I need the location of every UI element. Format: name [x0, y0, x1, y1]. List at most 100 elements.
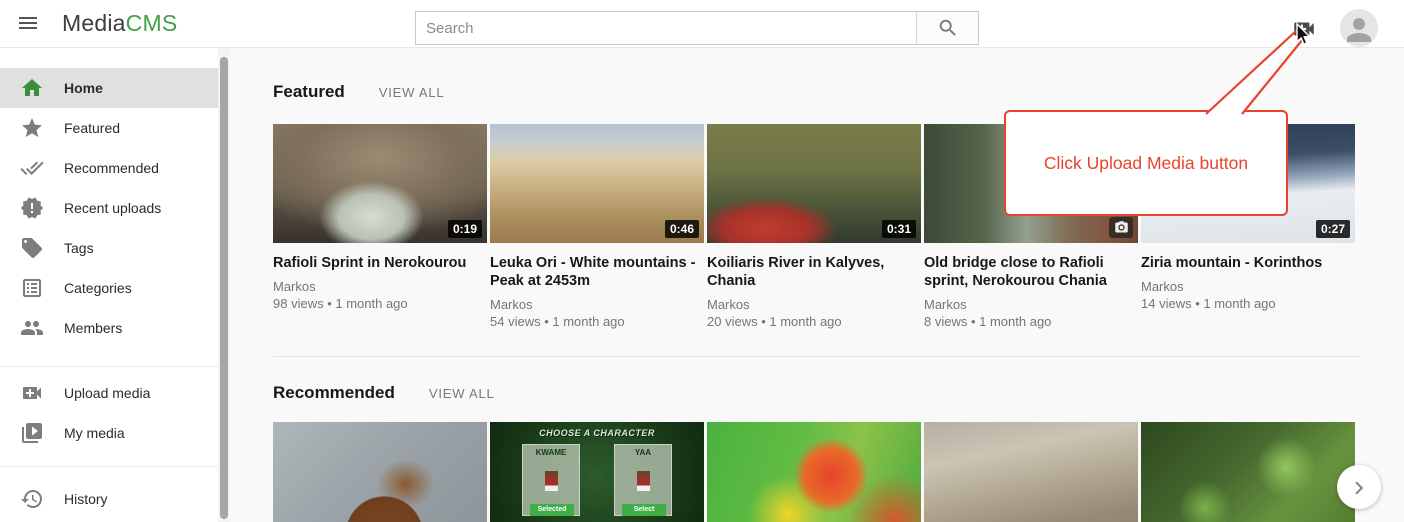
sidebar-item-my-media[interactable]: My media: [0, 413, 218, 453]
media-author[interactable]: Markos: [273, 278, 487, 295]
media-meta: 8 views • 1 month ago: [924, 313, 1138, 330]
top-bar: MediaCMS: [0, 0, 1404, 48]
done-all-icon: [20, 156, 44, 180]
sidebar-other-group: History: [0, 466, 218, 519]
character-sprite: [545, 471, 558, 491]
media-meta: 14 views • 1 month ago: [1141, 295, 1355, 312]
new-releases-icon: [20, 196, 44, 220]
duration-badge: 0:19: [448, 220, 482, 238]
media-card[interactable]: 0:19 Rafioli Sprint in Nerokourou Markos…: [273, 124, 487, 330]
video-thumbnail[interactable]: 0:19: [273, 124, 487, 243]
sidebar-item-label: Upload media: [64, 385, 150, 401]
members-icon: [20, 316, 44, 340]
media-title[interactable]: Ziria mountain - Korinthos: [1141, 254, 1355, 272]
sidebar-item-label: History: [64, 491, 108, 507]
media-author[interactable]: Markos: [924, 296, 1138, 313]
recommended-cards-row: CHOOSE A CHARACTER KWAME Selected YAA Se…: [273, 422, 1404, 522]
thumb-text: CHOOSE A CHARACTER: [490, 422, 704, 438]
star-icon: [20, 116, 44, 140]
media-title[interactable]: Old bridge close to Rafioli sprint, Nero…: [924, 254, 1138, 290]
featured-view-all-link[interactable]: VIEW ALL: [379, 85, 445, 100]
logo-text-media: Media: [62, 10, 126, 36]
media-card[interactable]: [1141, 422, 1355, 522]
video-thumbnail[interactable]: CHOOSE A CHARACTER KWAME Selected YAA Se…: [490, 422, 704, 522]
section-title-recommended: Recommended: [273, 383, 395, 403]
thumb-panel: YAA Select: [614, 444, 672, 516]
callout-text: Click Upload Media button: [1044, 153, 1248, 174]
menu-icon[interactable]: [14, 11, 42, 37]
media-card[interactable]: [707, 422, 921, 522]
user-avatar[interactable]: [1340, 9, 1378, 47]
media-title[interactable]: Rafioli Sprint in Nerokourou: [273, 254, 487, 272]
media-meta: 54 views • 1 month ago: [490, 313, 704, 330]
tutorial-callout: Click Upload Media button: [1004, 110, 1288, 216]
sidebar-item-members[interactable]: Members: [0, 308, 218, 348]
duration-badge: 0:46: [665, 220, 699, 238]
media-card[interactable]: 0:31 Koiliaris River in Kalyves, Chania …: [707, 124, 921, 330]
media-title[interactable]: Leuka Ori - White mountains - Peak at 24…: [490, 254, 704, 290]
recommended-section-header: Recommended VIEW ALL: [273, 383, 1404, 403]
sidebar-item-label: Home: [64, 80, 103, 96]
video-call-icon: [20, 381, 44, 405]
thumb-text: Selected: [530, 504, 574, 516]
media-card[interactable]: [273, 422, 487, 522]
home-icon: [20, 76, 44, 100]
video-thumbnail[interactable]: [273, 422, 487, 522]
media-author[interactable]: Markos: [490, 296, 704, 313]
tag-icon: [20, 236, 44, 260]
sidebar: Home Featured Recommended Recent uploads…: [0, 48, 218, 522]
sidebar-item-label: My media: [64, 425, 125, 441]
thumb-text: YAA: [615, 445, 671, 457]
search-form: [415, 11, 979, 45]
sidebar-media-group: Upload media My media: [0, 366, 218, 453]
recommended-view-all-link[interactable]: VIEW ALL: [429, 386, 495, 401]
search-input[interactable]: [415, 11, 917, 45]
categories-icon: [20, 276, 44, 300]
video-thumbnail[interactable]: 0:31: [707, 124, 921, 243]
video-thumbnail[interactable]: [707, 422, 921, 522]
thumb-text: KWAME: [523, 445, 579, 457]
featured-section-header: Featured VIEW ALL: [273, 82, 1404, 102]
sidebar-item-home[interactable]: Home: [0, 68, 218, 108]
thumb-text: Select: [622, 504, 666, 516]
duration-badge: 0:27: [1316, 220, 1350, 238]
section-divider: [273, 356, 1360, 357]
media-author[interactable]: Markos: [1141, 278, 1355, 295]
section-title-featured: Featured: [273, 82, 345, 102]
video-thumbnail[interactable]: 0:46: [490, 124, 704, 243]
sidebar-item-tags[interactable]: Tags: [0, 228, 218, 268]
sidebar-item-recommended[interactable]: Recommended: [0, 148, 218, 188]
media-meta: 20 views • 1 month ago: [707, 313, 921, 330]
media-title[interactable]: Koiliaris River in Kalyves, Chania: [707, 254, 921, 290]
sidebar-scrollbar-thumb[interactable]: [220, 57, 228, 519]
sidebar-item-upload-media[interactable]: Upload media: [0, 373, 218, 413]
media-card[interactable]: CHOOSE A CHARACTER KWAME Selected YAA Se…: [490, 422, 704, 522]
history-icon: [20, 487, 44, 511]
sidebar-item-label: Categories: [64, 280, 132, 296]
sidebar-item-categories[interactable]: Categories: [0, 268, 218, 308]
app-logo[interactable]: MediaCMS: [62, 10, 177, 37]
sidebar-item-featured[interactable]: Featured: [0, 108, 218, 148]
media-meta: 98 views • 1 month ago: [273, 295, 487, 312]
media-author[interactable]: Markos: [707, 296, 921, 313]
logo-text-cms: CMS: [126, 10, 178, 36]
duration-badge: 0:31: [882, 220, 916, 238]
thumb-panel: KWAME Selected: [522, 444, 580, 516]
media-card[interactable]: 0:46 Leuka Ori - White mountains - Peak …: [490, 124, 704, 330]
sidebar-scrollbar-track: [218, 48, 230, 522]
media-card[interactable]: [924, 422, 1138, 522]
search-button[interactable]: [916, 11, 979, 45]
sidebar-item-label: Recommended: [64, 160, 159, 176]
search-icon: [937, 27, 959, 42]
sidebar-item-recent-uploads[interactable]: Recent uploads: [0, 188, 218, 228]
carousel-next-button[interactable]: [1337, 465, 1381, 509]
video-library-icon: [20, 421, 44, 445]
sidebar-item-label: Tags: [64, 240, 94, 256]
video-thumbnail[interactable]: [1141, 422, 1355, 522]
sidebar-item-history[interactable]: History: [0, 479, 218, 519]
chevron-right-icon: [1346, 489, 1372, 504]
sidebar-item-label: Members: [64, 320, 122, 336]
character-sprite: [637, 471, 650, 491]
video-thumbnail[interactable]: [924, 422, 1138, 522]
upload-media-icon[interactable]: [1290, 16, 1318, 42]
